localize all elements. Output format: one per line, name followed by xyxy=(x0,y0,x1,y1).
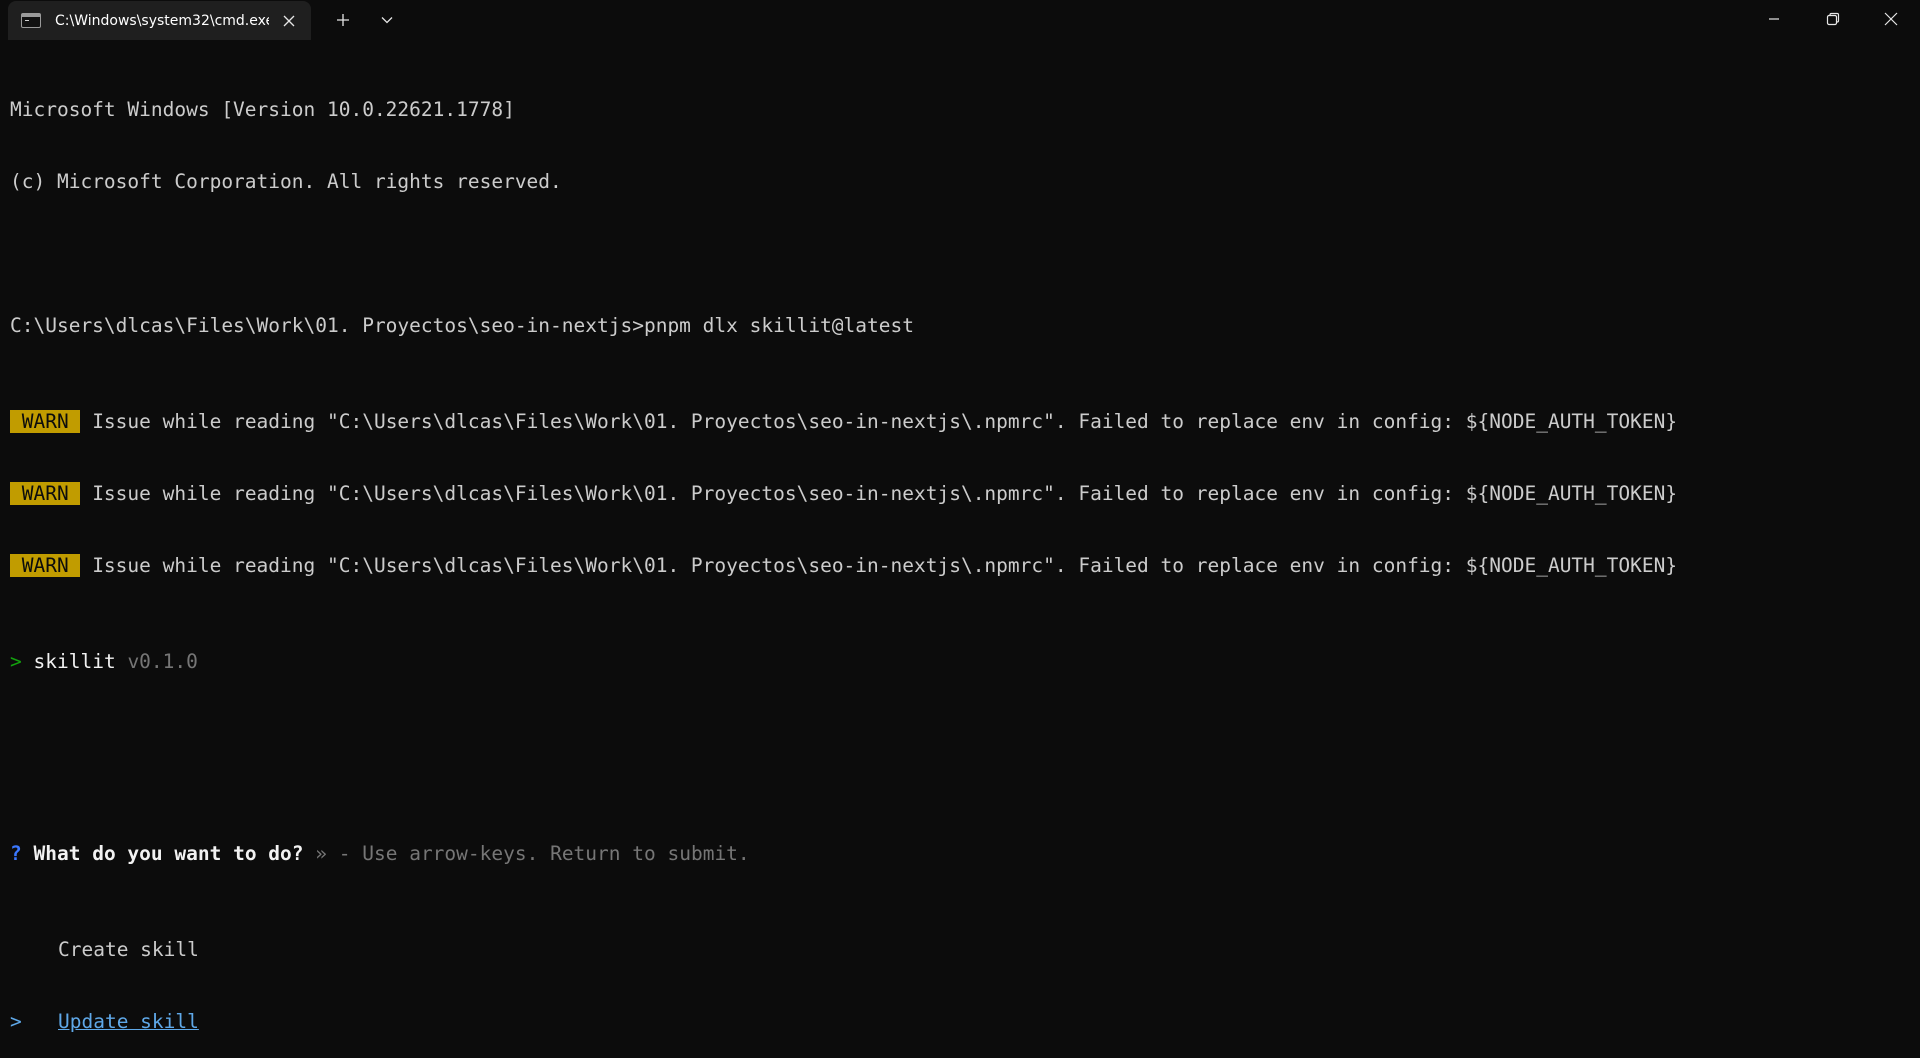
command-line: C:\Users\dlcas\Files\Work\01. Proyectos\… xyxy=(10,314,914,337)
option-label: Update skill xyxy=(58,1010,199,1033)
menu-option-update-skill[interactable]: > Update skill xyxy=(10,1010,1910,1034)
title-bar: C:\Windows\system32\cmd.exe xyxy=(0,0,1920,40)
warning-message: Issue while reading "C:\Users\dlcas\File… xyxy=(80,482,1678,505)
question-hint: » - Use arrow-keys. Return to submit. xyxy=(315,842,750,865)
new-tab-button[interactable] xyxy=(325,5,361,35)
minimize-button[interactable] xyxy=(1746,0,1802,38)
warning-line: WARN Issue while reading "C:\Users\dlcas… xyxy=(10,410,1910,434)
option-label: Create skill xyxy=(58,938,199,961)
terminal-icon xyxy=(21,13,41,28)
restore-button[interactable] xyxy=(1805,0,1861,38)
restore-icon xyxy=(1826,12,1840,26)
warning-message: Issue while reading "C:\Users\dlcas\File… xyxy=(80,554,1678,577)
warn-badge: WARN xyxy=(10,482,81,505)
warn-badge: WARN xyxy=(10,554,81,577)
close-window-button[interactable] xyxy=(1863,0,1919,38)
warning-line: WARN Issue while reading "C:\Users\dlcas… xyxy=(10,554,1910,578)
plus-icon xyxy=(337,14,349,26)
app-version: v0.1.0 xyxy=(127,650,198,673)
app-name: skillit xyxy=(33,650,116,673)
tab-cmd[interactable]: C:\Windows\system32\cmd.exe xyxy=(8,1,311,40)
option-pointer: > xyxy=(10,1010,22,1033)
tab-title: C:\Windows\system32\cmd.exe xyxy=(55,13,269,29)
question-text: What do you want to do? xyxy=(33,842,304,865)
chevron-down-icon xyxy=(381,17,393,24)
banner-version: Microsoft Windows [Version 10.0.22621.17… xyxy=(10,98,515,121)
prompt-marker: > xyxy=(10,650,22,673)
banner-copyright: (c) Microsoft Corporation. All rights re… xyxy=(10,170,562,193)
app-header: > skillit v0.1.0 xyxy=(10,650,1910,674)
close-icon xyxy=(283,15,295,27)
warning-message: Issue while reading "C:\Users\dlcas\File… xyxy=(80,410,1678,433)
question-marker: ? xyxy=(10,842,22,865)
tab-dropdown-button[interactable] xyxy=(369,5,405,35)
minimize-icon xyxy=(1769,18,1779,20)
close-tab-button[interactable] xyxy=(278,10,300,32)
warn-badge: WARN xyxy=(10,410,81,433)
prompt-question: ? What do you want to do? » - Use arrow-… xyxy=(10,842,1910,866)
warning-line: WARN Issue while reading "C:\Users\dlcas… xyxy=(10,482,1910,506)
menu-option-create-skill[interactable]: Create skill xyxy=(10,938,1910,962)
terminal-output[interactable]: Microsoft Windows [Version 10.0.22621.17… xyxy=(10,50,1910,1033)
close-icon xyxy=(1884,12,1898,26)
